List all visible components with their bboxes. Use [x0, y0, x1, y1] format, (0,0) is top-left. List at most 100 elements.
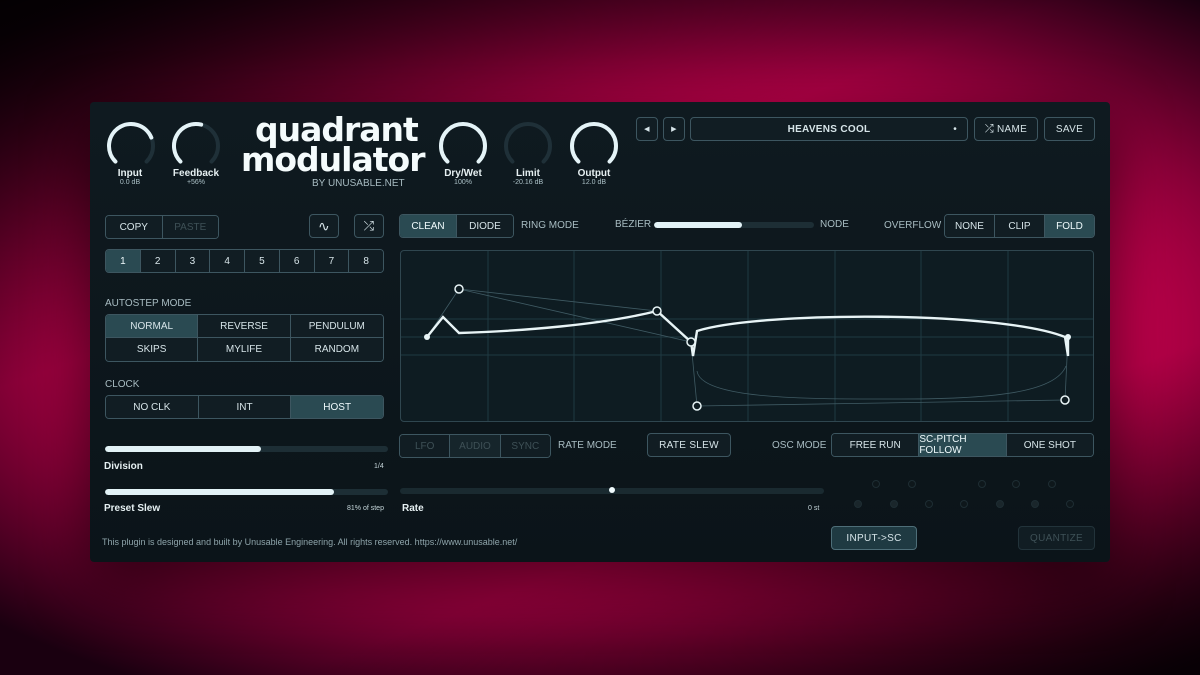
- step-dot: [1031, 500, 1039, 508]
- rate-mode-label: RATE MODE: [558, 440, 617, 451]
- clock-selector: NO CLK INT HOST: [105, 395, 384, 419]
- osc-mode-label: OSC MODE: [772, 440, 827, 451]
- overflow-label: OVERFLOW: [884, 220, 942, 231]
- step-button-2[interactable]: 2: [140, 250, 176, 272]
- division-label: Division: [104, 461, 143, 472]
- osc-mode-option-one-shot[interactable]: ONE SHOT: [1006, 434, 1093, 456]
- copy-paste-group: COPY PASTE: [105, 215, 219, 239]
- autostep-title: AUTOSTEP MODE: [105, 298, 192, 309]
- autostep-option-mylife[interactable]: MYLIFE: [198, 338, 291, 361]
- curve-blend-slider[interactable]: [654, 222, 814, 228]
- quantize-button[interactable]: QUANTIZE: [1018, 526, 1095, 550]
- input-to-sc-button[interactable]: INPUT->SC: [831, 526, 917, 550]
- node-label: NODE: [820, 219, 849, 230]
- output-knob-value: 12.0 dB: [581, 179, 607, 186]
- copy-button[interactable]: COPY: [106, 216, 163, 238]
- plugin-window: Input 0.0 dB Feedback +56% quadrant modu…: [90, 102, 1110, 562]
- drywet-knob[interactable]: [437, 120, 489, 172]
- step-selector: 12345678: [105, 249, 384, 273]
- step-dot: [1066, 500, 1074, 508]
- autostep-option-normal[interactable]: NORMAL: [106, 315, 199, 338]
- osc-mode-option-free-run[interactable]: FREE RUN: [832, 434, 920, 456]
- clock-option-no-clk[interactable]: NO CLK: [106, 396, 199, 418]
- rate-label: Rate: [402, 503, 424, 514]
- osc-mode-selector: FREE RUN SC-PITCH FOLLOW ONE SHOT: [831, 433, 1094, 457]
- shuffle-icon: ⤮: [984, 122, 994, 135]
- autostep-option-pendulum[interactable]: PENDULUM: [290, 315, 383, 338]
- step-button-1[interactable]: 1: [106, 250, 141, 272]
- ring-mode-label: RING MODE: [521, 220, 579, 231]
- step-dot: [908, 480, 916, 488]
- step-dot: [996, 500, 1004, 508]
- paste-button[interactable]: PASTE: [162, 216, 218, 238]
- rate-mode-option-audio[interactable]: AUDIO: [450, 435, 501, 457]
- random-name-button[interactable]: ⤮ NAME: [974, 117, 1038, 141]
- step-dot: [1012, 480, 1020, 488]
- division-slider[interactable]: [105, 446, 388, 452]
- step-dot: [925, 500, 933, 508]
- preset-slew-label: Preset Slew: [104, 503, 161, 514]
- preset-modified-dot: •: [953, 123, 957, 135]
- rate-mode-option-lfo[interactable]: LFO: [400, 435, 451, 457]
- output-knob-label: Output: [577, 168, 611, 179]
- preset-prev-button[interactable]: ◀: [636, 117, 658, 141]
- step-button-6[interactable]: 6: [279, 250, 315, 272]
- step-dot: [960, 500, 968, 508]
- feedback-knob-value: +56%: [186, 179, 206, 186]
- rate-mode-option-sync[interactable]: SYNC: [500, 435, 550, 457]
- ring-mode-selector: CLEAN DIODE: [399, 214, 514, 238]
- step-dot: [890, 500, 898, 508]
- preset-slew-value: 81% of step: [347, 505, 384, 512]
- brand-title-line2: modulator: [241, 140, 425, 179]
- step-dot: [872, 480, 880, 488]
- save-button[interactable]: SAVE: [1044, 117, 1095, 141]
- osc-mode-option-sc-pitch-follow[interactable]: SC-PITCH FOLLOW: [919, 434, 1007, 456]
- step-dot: [978, 480, 986, 488]
- preset-selector[interactable]: HEAVENS COOL •: [690, 117, 968, 141]
- ring-mode-option-diode[interactable]: DIODE: [457, 215, 513, 237]
- autostep-option-random[interactable]: RANDOM: [290, 338, 383, 361]
- step-button-3[interactable]: 3: [175, 250, 211, 272]
- division-slider-fill: [105, 446, 261, 452]
- clock-option-host[interactable]: HOST: [291, 396, 383, 418]
- overflow-option-none[interactable]: NONE: [945, 215, 995, 237]
- feedback-knob-label: Feedback: [172, 168, 220, 179]
- clock-option-int[interactable]: INT: [198, 396, 292, 418]
- preset-slew-slider[interactable]: [105, 489, 388, 495]
- preset-next-button[interactable]: ▶: [663, 117, 685, 141]
- step-dot: [1048, 480, 1056, 488]
- rate-mode-selector: LFO AUDIO SYNC: [399, 434, 551, 458]
- rate-slew-button[interactable]: RATE SLEW: [647, 433, 731, 457]
- overflow-option-fold[interactable]: FOLD: [1045, 215, 1094, 237]
- limit-knob[interactable]: [502, 120, 554, 172]
- clock-title: CLOCK: [105, 379, 140, 390]
- autostep-mode-grid: NORMAL REVERSE PENDULUM SKIPS MYLIFE RANDOM: [105, 314, 384, 362]
- brand-byline: BY UNUSABLE.NET: [312, 178, 405, 189]
- step-button-4[interactable]: 4: [210, 250, 245, 272]
- step-dot: [854, 500, 862, 508]
- rate-value: 0 st: [808, 505, 820, 512]
- autostep-option-reverse[interactable]: REVERSE: [198, 315, 291, 338]
- footer-text: This plugin is designed and built by Unu…: [102, 537, 518, 547]
- step-button-7[interactable]: 7: [314, 250, 350, 272]
- output-knob[interactable]: [568, 120, 620, 172]
- preset-slew-slider-fill: [105, 489, 335, 495]
- overflow-selector: NONE CLIP FOLD: [944, 214, 1095, 238]
- input-knob[interactable]: [105, 120, 157, 172]
- sine-wave-icon[interactable]: ∿: [309, 214, 339, 238]
- autostep-option-skips[interactable]: SKIPS: [106, 338, 199, 361]
- bezier-label: BÉZIER: [615, 219, 652, 230]
- division-value: 1/4: [374, 463, 384, 470]
- overflow-option-clip[interactable]: CLIP: [995, 215, 1045, 237]
- rate-slider-thumb[interactable]: [609, 487, 615, 493]
- curve-blend-slider-fill: [654, 222, 742, 228]
- feedback-knob[interactable]: [170, 120, 222, 172]
- curve-editor-canvas[interactable]: [401, 251, 1094, 422]
- modulation-curve-editor[interactable]: [400, 250, 1094, 422]
- ring-mode-option-clean[interactable]: CLEAN: [400, 215, 457, 237]
- shuffle-icon[interactable]: ⤮: [354, 214, 384, 238]
- step-button-8[interactable]: 8: [349, 250, 383, 272]
- preset-name: HEAVENS COOL: [787, 123, 871, 135]
- random-name-label: NAME: [997, 123, 1028, 135]
- step-button-5[interactable]: 5: [245, 250, 280, 272]
